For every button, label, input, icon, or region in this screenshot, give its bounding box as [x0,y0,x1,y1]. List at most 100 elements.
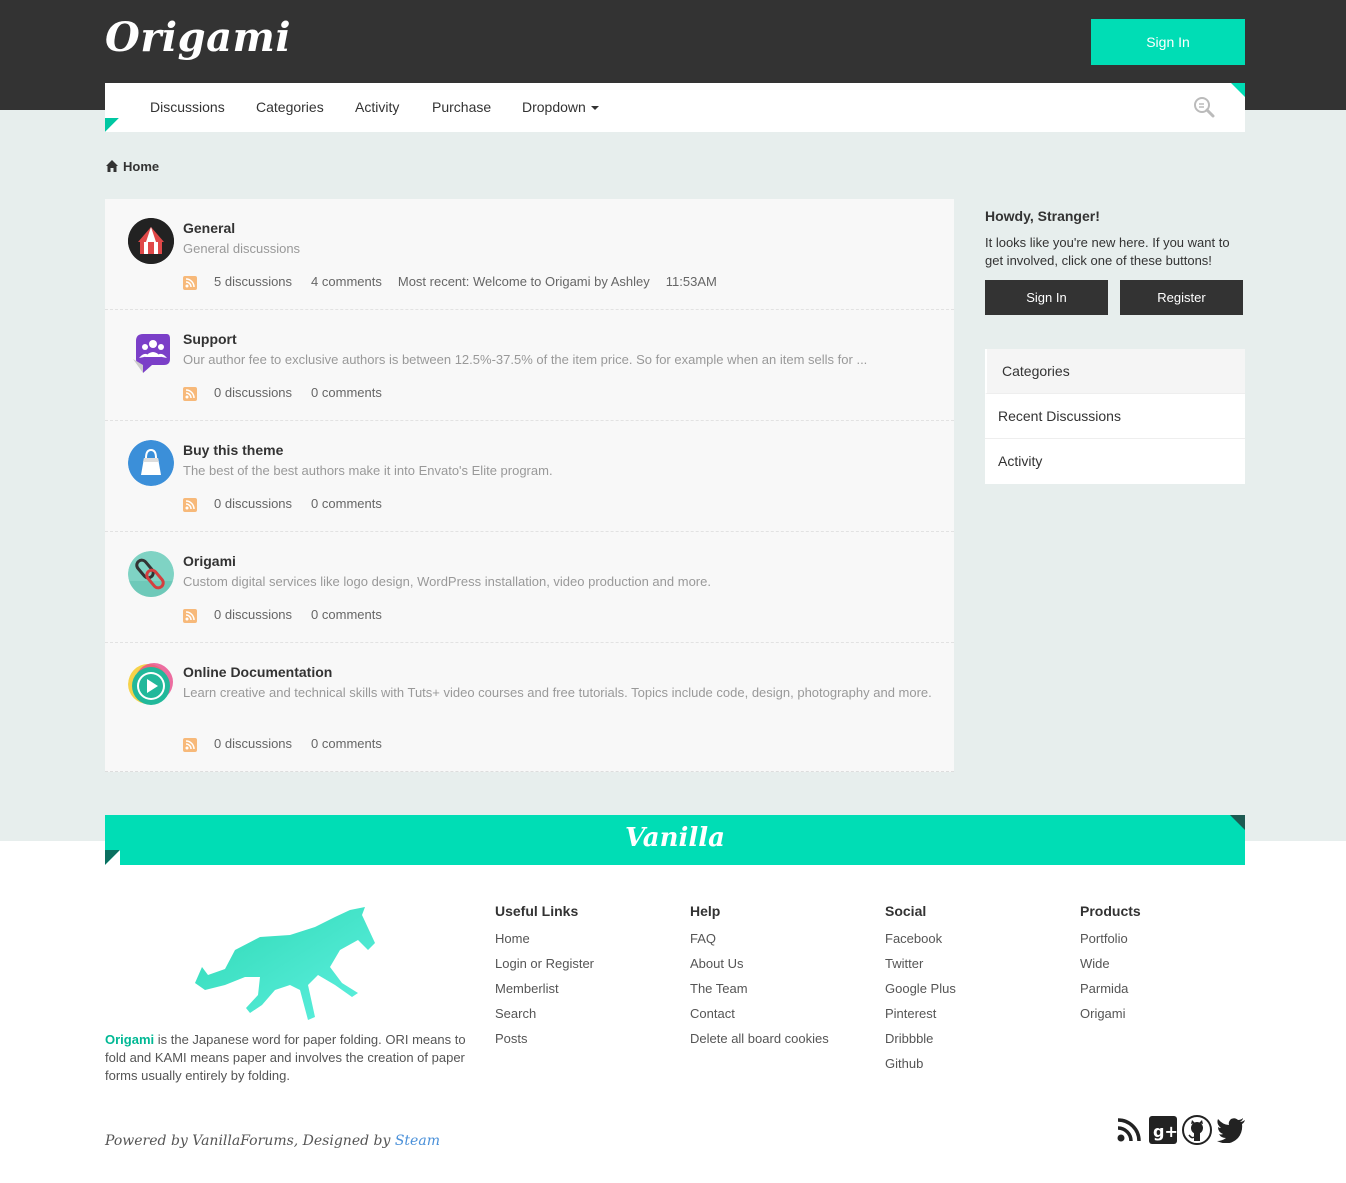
footer-link[interactable]: Search [495,1005,594,1030]
sidebar-item-recent-discussions[interactable]: Recent Discussions [985,394,1245,439]
footer-link[interactable]: Github [885,1055,956,1080]
support-users-icon [128,329,174,375]
footer-link[interactable]: Twitter [885,955,956,980]
footer-col-title: Useful Links [495,903,579,919]
horse-illustration [190,905,380,1025]
caret-down-icon [590,106,599,111]
nav-discussions[interactable]: Discussions [150,83,225,132]
nav-activity[interactable]: Activity [355,83,399,132]
breadcrumb-home[interactable]: Home [123,159,159,174]
link-chain-icon [128,551,174,597]
rss-icon[interactable] [1114,1114,1144,1146]
category-item: Online Documentation Learn creative and … [105,643,954,772]
powered-by: Powered by VanillaForums, Designed by St… [105,1133,440,1149]
comment-count: 0 comments [311,384,382,400]
sidebar-item-categories[interactable]: Categories [985,349,1245,394]
category-title[interactable]: General [183,220,235,236]
footer-link[interactable]: Pinterest [885,1005,956,1030]
sidebar-panel: Categories Recent Discussions Activity [985,349,1245,484]
github-icon[interactable] [1182,1114,1212,1146]
svg-text:g+: g+ [1153,1122,1177,1141]
nav-fold-decoration [1231,83,1245,97]
footer-link[interactable]: Home [495,930,594,955]
footer-col-social: Social Facebook Twitter Google Plus Pint… [885,903,956,1080]
footer-col-title: Social [885,903,927,919]
sidebar-register-button[interactable]: Register [1120,280,1243,315]
banner-fold-decoration [1230,815,1245,830]
rss-icon[interactable] [183,387,197,401]
twitter-icon[interactable] [1216,1114,1246,1146]
footer-col-useful-links: Useful Links Home Login or Register Memb… [495,903,594,1055]
discussion-count: 0 discussions [214,495,293,511]
category-title[interactable]: Online Documentation [183,664,332,680]
nav-dropdown[interactable]: Dropdown [522,83,599,132]
footer-link[interactable]: Login or Register [495,955,594,980]
sidebar-item-activity[interactable]: Activity [985,439,1245,484]
google-plus-icon[interactable]: g+ [1148,1114,1178,1146]
rss-icon[interactable] [183,609,197,623]
howdy-title: Howdy, Stranger! [985,208,1100,224]
comment-count: 0 comments [311,606,382,622]
breadcrumb[interactable]: Home [105,157,159,175]
search-icon[interactable] [1193,96,1215,118]
comment-count: 4 comments [311,273,382,289]
footer-link[interactable]: Dribbble [885,1030,956,1055]
footer-link[interactable]: Google Plus [885,980,956,1005]
discussion-count: 0 discussions [214,606,293,622]
comment-count: 0 comments [311,495,382,511]
home-icon [106,160,118,172]
footer-link[interactable]: Memberlist [495,980,594,1005]
nav-categories[interactable]: Categories [256,83,324,132]
category-meta: 0 discussions 0 comments [183,383,382,401]
category-description: Our author fee to exclusive authors is b… [183,352,868,367]
category-description: General discussions [183,241,301,256]
footer-col-help: Help FAQ About Us The Team Contact Delet… [690,903,829,1055]
footer-link[interactable]: Facebook [885,930,956,955]
category-item: Buy this theme The best of the best auth… [105,421,954,532]
rss-icon[interactable] [183,276,197,290]
comment-count: 0 comments [311,735,382,751]
category-description: Custom digital services like logo design… [183,574,711,589]
footer-link[interactable]: About Us [690,955,829,980]
footer-col-title: Help [690,903,721,919]
footer-link[interactable]: Posts [495,1030,594,1055]
steam-link[interactable]: Steam [395,1133,440,1149]
rss-icon[interactable] [183,738,197,752]
banner-fold-decoration [105,850,120,865]
footer-col-products: Products Portfolio Wide Parmida Origami [1080,903,1141,1030]
footer-link[interactable]: Portfolio [1080,930,1141,955]
vanilla-logo[interactable]: Vanilla [105,823,1245,853]
play-video-icon [128,662,174,708]
footer-link[interactable]: Delete all board cookies [690,1030,829,1055]
rss-icon[interactable] [183,498,197,512]
most-recent[interactable]: Most recent: Welcome to Origami by Ashle… [398,274,650,289]
footer-link[interactable]: Wide [1080,955,1141,980]
footer-link[interactable]: Contact [690,1005,829,1030]
about-brand[interactable]: Origami [105,1032,154,1047]
footer-link[interactable]: FAQ [690,930,829,955]
category-item: General General discussions 5 discussion… [105,199,954,310]
category-list: General General discussions 5 discussion… [105,199,954,772]
site-logo[interactable]: Origami [105,14,291,61]
footer-col-title: Products [1080,903,1141,919]
category-meta: 0 discussions 0 comments [183,605,382,623]
nav-fold-decoration [105,118,119,132]
category-title[interactable]: Buy this theme [183,442,283,458]
footer-link[interactable]: Origami [1080,1005,1141,1030]
nav-purchase[interactable]: Purchase [432,83,491,132]
vanilla-banner: Vanilla [105,815,1245,865]
category-description: The best of the best authors make it int… [183,463,553,478]
category-title[interactable]: Support [183,331,237,347]
sidebar-sign-in-button[interactable]: Sign In [985,280,1108,315]
powered-text[interactable]: Powered by VanillaForums, Designed by [105,1133,395,1149]
howdy-text: It looks like you're new here. If you wa… [985,235,1230,268]
category-meta: 0 discussions 0 comments [183,494,382,512]
most-recent-time: 11:53AM [665,273,717,289]
sign-in-button[interactable]: Sign In [1091,19,1245,65]
footer-link[interactable]: The Team [690,980,829,1005]
category-title[interactable]: Origami [183,553,236,569]
nav-dropdown-label: Dropdown [522,99,586,115]
discussion-count: 0 discussions [214,384,293,400]
footer-link[interactable]: Parmida [1080,980,1141,1005]
about-text: Origami is the Japanese word for paper f… [105,1031,470,1085]
